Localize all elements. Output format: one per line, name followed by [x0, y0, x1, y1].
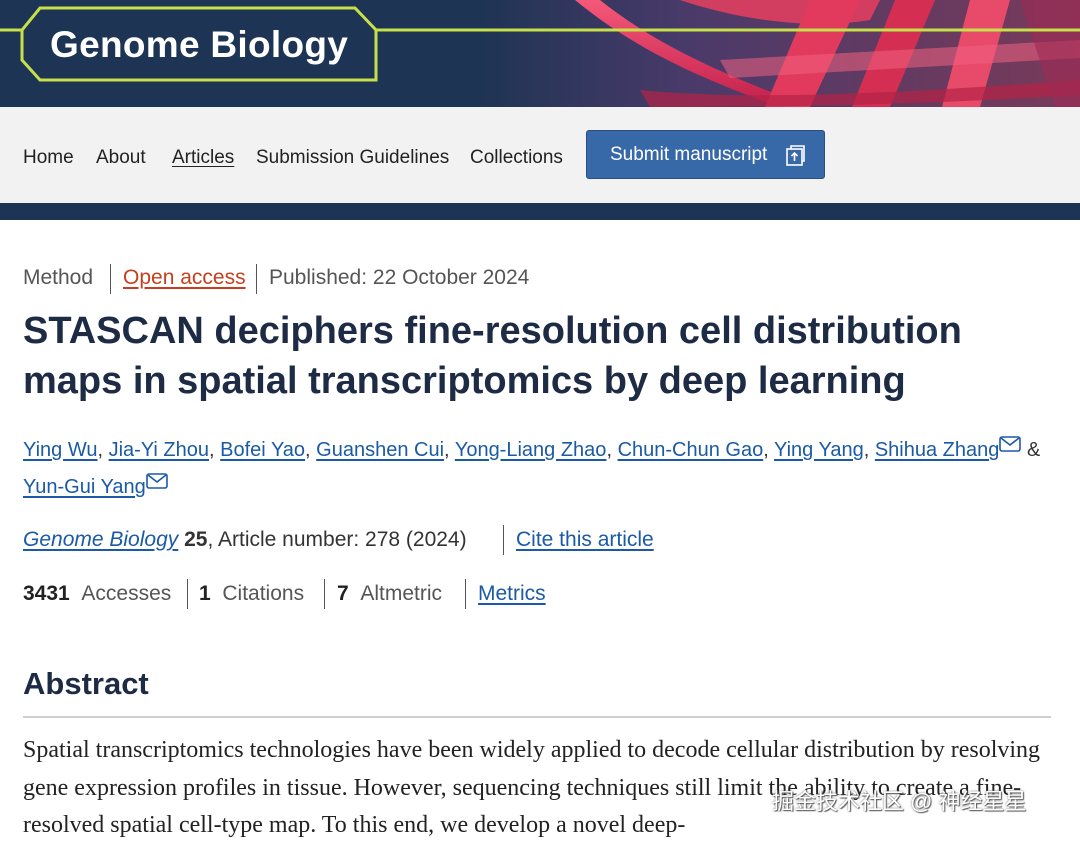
author-link[interactable]: Shihua Zhang	[875, 439, 1000, 461]
article-title: STASCAN deciphers fine-resolution cell d…	[23, 310, 962, 402]
citations-metric: 1 Citations	[199, 582, 304, 606]
watermark: 掘金技术社区 @ 神经星星	[772, 789, 1027, 814]
submit-manuscript-button[interactable]: Submit manuscript	[586, 130, 825, 179]
meta-separator	[110, 264, 111, 294]
author-separator: ,	[305, 439, 311, 461]
nav-collections[interactable]: Collections	[470, 147, 563, 169]
author-link[interactable]: Bofei Yao	[220, 439, 305, 461]
altmetric-count: 7	[337, 582, 349, 605]
submit-manuscript-label: Submit manuscript	[610, 143, 768, 165]
abstract-divider	[23, 716, 1051, 718]
nav-divider-stripe	[0, 203, 1080, 220]
nav-articles[interactable]: Articles	[172, 147, 234, 169]
accesses-label: Accesses	[81, 582, 172, 605]
author-link[interactable]: Yong-Liang Zhao	[455, 439, 607, 461]
volume-number: 25	[184, 528, 208, 551]
abstract-heading: Abstract	[23, 666, 149, 701]
meta-separator	[503, 525, 504, 555]
author-separator: ,	[97, 439, 104, 461]
author-link[interactable]: Chun-Chun Gao	[618, 439, 764, 461]
altmetric-metric: 7 Altmetric	[337, 582, 442, 606]
author-link[interactable]: Yun-Gui Yang	[23, 476, 146, 498]
external-submit-icon	[786, 145, 805, 166]
article-type: Method	[23, 266, 94, 289]
article-number: , Article number: 278 (2024)	[207, 528, 467, 551]
mail-icon[interactable]	[145, 473, 168, 489]
meta-separator	[256, 264, 257, 294]
author-list: Ying Wu, Jia-Yi Zhou, Bofei Yao, Guanshe…	[23, 432, 1053, 506]
published-date: Published: 22 October 2024	[269, 266, 530, 289]
author-separator: ,	[209, 439, 215, 461]
cite-article-link[interactable]: Cite this article	[516, 528, 654, 552]
author-separator: ,	[763, 439, 769, 461]
accesses-metric: 3431 Accesses	[23, 582, 171, 606]
accesses-count: 3431	[23, 582, 70, 605]
author-link[interactable]: Ying Yang	[774, 439, 864, 461]
mail-icon[interactable]	[999, 436, 1022, 452]
citation-line: Genome Biology 25, Article number: 278 (…	[23, 528, 467, 552]
nav-submission-guidelines[interactable]: Submission Guidelines	[256, 147, 449, 169]
author-separator: ,	[863, 439, 870, 461]
metric-separator	[465, 579, 466, 609]
open-access-link[interactable]: Open access	[123, 266, 246, 290]
journal-link[interactable]: Genome Biology	[23, 528, 178, 551]
author-separator: ,	[606, 439, 612, 461]
citations-count: 1	[199, 582, 211, 605]
author-link[interactable]: Jia-Yi Zhou	[109, 439, 209, 461]
author-link[interactable]: Guanshen Cui	[316, 439, 444, 461]
masthead: Genome Biology	[0, 0, 1080, 107]
nav-about[interactable]: About	[96, 147, 146, 169]
author-ampersand: &	[1026, 439, 1041, 461]
author-link[interactable]: Ying Wu	[23, 439, 97, 461]
nav-home[interactable]: Home	[23, 147, 74, 169]
metric-separator	[324, 579, 325, 609]
journal-logo[interactable]: Genome Biology	[50, 24, 348, 66]
metrics-link[interactable]: Metrics	[478, 582, 546, 606]
citations-label: Citations	[222, 582, 305, 605]
altmetric-label: Altmetric	[360, 582, 443, 605]
author-separator: ,	[444, 439, 450, 461]
metric-separator	[187, 579, 188, 609]
